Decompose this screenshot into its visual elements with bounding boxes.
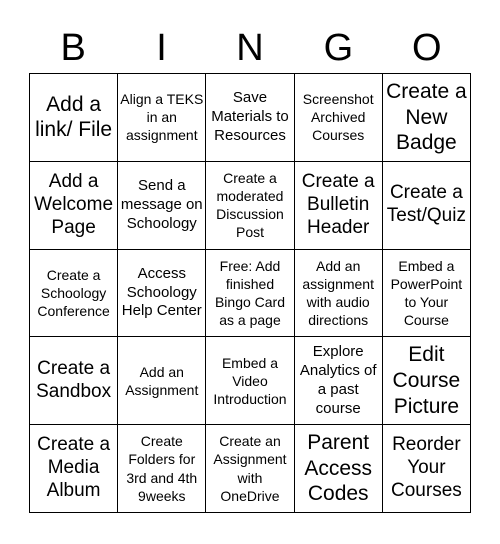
bingo-cell-text: Add an assignment with audio directions [302,257,374,329]
bingo-cell-text: Access Schoology Help Center [121,264,202,320]
bingo-cell-text: Create a Schoology Conference [37,266,110,320]
bingo-cell-g-3[interactable]: Add an assignment with audio directions [294,249,383,338]
header-letter-o: O [411,27,442,69]
header-letter-b: B [60,27,86,69]
bingo-cell-text: Reorder Your Courses [391,434,462,501]
bingo-cell-text: Create a moderated Discussion Post [216,169,284,241]
bingo-cell-n-2[interactable]: Create a moderated Discussion Post [206,161,295,250]
bingo-cell-g-2[interactable]: Create a Bulletin Header [294,161,383,250]
bingo-cell-text: Create a Sandbox [36,357,112,402]
bingo-cell-n-4[interactable]: Embed a Video Introduction [206,337,295,426]
bingo-cell-o-5[interactable]: Reorder Your Courses [382,425,471,513]
bingo-cell-text: Align a TEKS in an assignment [120,91,204,144]
bingo-cell-b-4[interactable]: Create a Sandbox [30,337,119,426]
bingo-cell-n-1[interactable]: Save Materials to Resources [206,74,295,162]
bingo-cell-g-1[interactable]: Screenshot Archived Courses [294,74,383,162]
bingo-cell-o-3[interactable]: Embed a PowerPoint to Your Course [382,249,471,338]
bingo-cell-g-4[interactable]: Explore Analytics of a past course [294,337,383,426]
bingo-cell-text: Create a Bulletin Header [301,171,375,238]
bingo-cell-g-5[interactable]: Parent Access Codes [294,425,383,513]
bingo-cell-i-3[interactable]: Access Schoology Help Center [118,249,207,338]
bingo-cell-text: Save Materials to Resources [211,89,289,144]
bingo-cell-text: Create Folders for 3rd and 4th 9weeks [126,433,198,504]
bingo-cell-b-5[interactable]: Create a Media Album [30,425,119,513]
bingo-cell-text: Screenshot Archived Courses [302,91,374,144]
bingo-cell-b-1[interactable]: Add a link/ File [30,74,119,162]
bingo-cell-text: Add a link/ File [35,92,113,142]
bingo-cell-o-1[interactable]: Create a New Badge [382,74,471,162]
header-letter-n: N [236,27,264,69]
bingo-cell-text: Add an Assignment [125,363,199,398]
bingo-cell-i-5[interactable]: Create Folders for 3rd and 4th 9weeks [118,425,207,513]
bingo-cell-text: Parent Access Codes [304,431,373,506]
header-letter-g: G [323,27,354,69]
bingo-card-grid: Add a link/ File Align a TEKS in an assig… [29,73,471,513]
bingo-cell-n-5[interactable]: Create an Assignment with OneDrive [206,425,295,513]
bingo-cell-text: Add a Welcome Page [34,171,114,238]
bingo-cell-b-2[interactable]: Add a Welcome Page [30,161,119,250]
bingo-cell-text: Free: Add finished Bingo Card as a page [214,257,286,329]
bingo-cell-text: Create a New Badge [386,79,467,155]
bingo-cell-text: Embed a PowerPoint to Your Course [390,257,463,329]
bingo-cell-i-4[interactable]: Add an Assignment [118,337,207,426]
bingo-header: B I N G O [29,24,471,72]
bingo-cell-text: Explore Analytics of a past course [299,343,377,417]
bingo-cell-text: Create a Test/Quiz [386,182,466,227]
bingo-cell-text: Create an Assignment with OneDrive [213,433,287,504]
bingo-cell-text: Embed a Video Introduction [213,354,287,407]
header-letter-i: I [156,27,167,69]
bingo-cell-b-3[interactable]: Create a Schoology Conference [30,249,119,338]
bingo-cell-i-1[interactable]: Align a TEKS in an assignment [118,74,207,162]
bingo-cell-n-3[interactable]: Free: Add finished Bingo Card as a page [206,249,295,338]
bingo-cell-i-2[interactable]: Send a message on Schoology [118,161,207,250]
bingo-cell-o-2[interactable]: Create a Test/Quiz [382,161,471,250]
bingo-cell-o-4[interactable]: Edit Course Picture [382,337,471,426]
bingo-cell-text: Create a Media Album [37,434,111,501]
bingo-cell-text: Send a message on Schoology [120,177,203,232]
bingo-cell-text: Edit Course Picture [392,343,461,418]
